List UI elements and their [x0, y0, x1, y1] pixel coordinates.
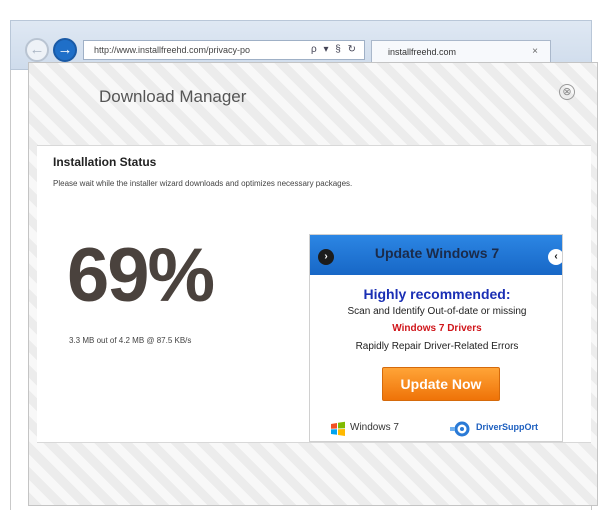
download-manager-dialog: Download Manager ⊗ Installation Status P…: [28, 62, 598, 506]
address-url[interactable]: http://www.installfreehd.com/privacy-po: [94, 41, 286, 59]
tab-close-icon[interactable]: ×: [532, 41, 538, 63]
dialog-title: Download Manager: [99, 87, 247, 106]
close-icon[interactable]: ⊗: [559, 84, 575, 100]
status-description: Please wait while the installer wizard d…: [53, 179, 353, 188]
update-now-button[interactable]: Update Now: [382, 367, 500, 401]
ad-footer: Windows 7 DriverSuppOrt: [310, 415, 562, 441]
status-title: Installation Status: [53, 155, 157, 169]
ad-prev-icon[interactable]: ›: [318, 249, 334, 265]
windows-text: Windows 7: [350, 422, 399, 433]
ad-line-3: Rapidly Repair Driver-Related Errors: [355, 341, 519, 352]
back-button[interactable]: ←: [25, 38, 49, 62]
address-bar[interactable]: http://www.installfreehd.com/privacy-po …: [83, 40, 365, 60]
ad-banner[interactable]: Update Windows 7 › ‹ Highly recommended:…: [309, 234, 563, 442]
ad-next-icon[interactable]: ‹: [548, 249, 562, 265]
ad-line-1: Scan and Identify Out-of-date or missing: [347, 306, 527, 317]
driver-support-logo-icon: [450, 421, 470, 437]
browser-tab[interactable]: installfreehd.com ×: [371, 40, 551, 62]
progress-percent: 69%: [67, 233, 215, 318]
driver-support-text: DriverSuppOrt: [476, 422, 539, 432]
status-panel: Installation Status Please wait while th…: [37, 145, 591, 443]
windows-logo-icon: [331, 421, 345, 436]
ad-headline: Highly recommended:: [363, 286, 511, 302]
progress-details: 3.3 MB out of 4.2 MB @ 87.5 KB/s: [69, 336, 192, 345]
ad-header-title: Update Windows 7: [374, 245, 500, 261]
ad-line-2: Windows 7 Drivers: [392, 323, 482, 334]
tab-label: installfreehd.com: [388, 47, 457, 57]
address-tools[interactable]: ρ ▾ § ↻: [311, 41, 358, 59]
forward-button[interactable]: →: [53, 38, 77, 62]
